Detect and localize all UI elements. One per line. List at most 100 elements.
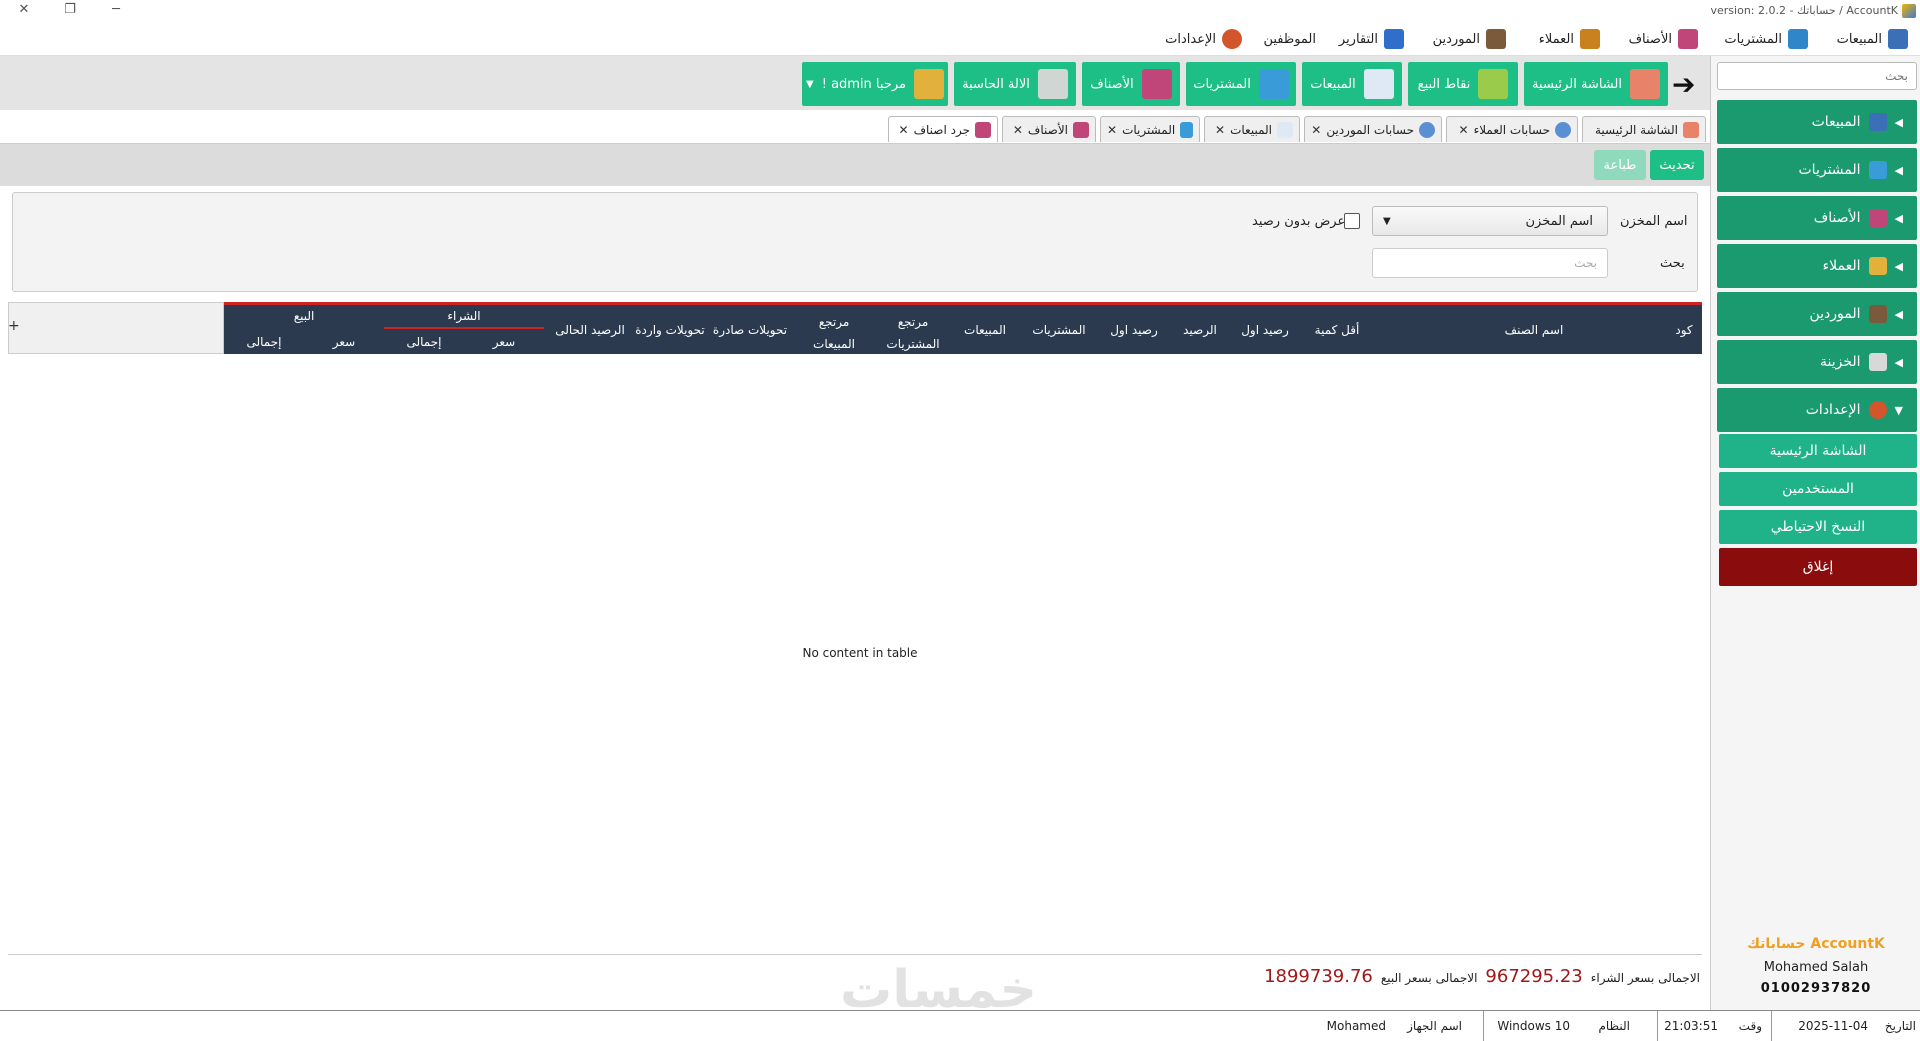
arrow-right-icon[interactable]: ➔ (1672, 68, 1695, 101)
tab-close-icon[interactable]: ✕ (1107, 123, 1117, 137)
col-purchase-price[interactable]: سعر (464, 335, 544, 349)
document-tabs: الشاشة الرئيسية حسابات العملاء ✕ حسابات … (0, 110, 1710, 144)
sale-total-label: الاجمالى بسعر البيع (1380, 971, 1478, 985)
tab-label: المشتريات (1122, 122, 1176, 137)
sidebar-search-input[interactable] (1717, 62, 1917, 90)
toolbar-button-label: الالة الحاسبة (962, 76, 1030, 92)
tab-inventory-count[interactable]: جرد اصناف ✕ (888, 116, 998, 142)
reports-icon (1384, 29, 1404, 49)
divider (8, 954, 1702, 955)
minimize-window-icon[interactable]: ─ (104, 2, 128, 17)
col-sales-returns[interactable]: مرتجع المبيعات (796, 311, 872, 355)
sales-percent-icon (1868, 113, 1887, 131)
col-opening-balance[interactable]: رصيد اول (1234, 323, 1296, 337)
chevron-left-icon: ◀ (1894, 259, 1903, 273)
col-group-purchase[interactable]: الشراء (384, 309, 544, 323)
print-button[interactable]: طباعة (1594, 150, 1646, 180)
pos-bag-icon (1478, 69, 1509, 99)
col-purchase-total[interactable]: إجمالى (384, 335, 464, 349)
chevron-down-icon: ▼ (1383, 216, 1391, 227)
sales-bag-icon (1277, 121, 1293, 138)
cart-icon (1258, 69, 1289, 99)
sidebar-item-settings[interactable]: ▼ الإعدادات (1717, 388, 1917, 432)
sidebar-sub-backup[interactable]: النسخ الاحتياطي (1719, 510, 1917, 544)
tab-sales[interactable]: المبيعات ✕ (1204, 116, 1300, 142)
store-label: اسم المخزن (1620, 214, 1688, 229)
sidebar-item-customers[interactable]: ◀ العملاء (1717, 244, 1917, 288)
suppliers-icon (1486, 29, 1506, 49)
chevron-left-icon: ◀ (1894, 115, 1903, 129)
menu-item-settings[interactable]: الإعدادات (1165, 28, 1242, 50)
col-group-sale[interactable]: البيع (224, 309, 384, 323)
tab-close-icon[interactable]: ✕ (1459, 123, 1469, 137)
tab-purchases[interactable]: المشتريات ✕ (1100, 116, 1200, 142)
customers-icon (1580, 29, 1600, 49)
chevron-left-icon: ◀ (1894, 307, 1903, 321)
toolbar-home-button[interactable]: الشاشة الرئيسية (1524, 62, 1668, 106)
search-input[interactable]: بحث (1372, 248, 1608, 278)
tab-items[interactable]: الأصناف ✕ (1002, 116, 1096, 142)
toolbar-sales-button[interactable]: المبيعات (1302, 62, 1402, 106)
tab-close-icon[interactable]: ✕ (1311, 123, 1321, 137)
maximize-window-icon[interactable]: ❐ (58, 2, 82, 17)
toolbar-pos-button[interactable]: نقاط البيع (1408, 62, 1518, 106)
sidebar-item-items[interactable]: ◀ الأصناف (1717, 196, 1917, 240)
tab-close-icon[interactable]: ✕ (899, 123, 909, 137)
close-window-icon[interactable]: ✕ (12, 2, 36, 17)
toolbar-button-label: مرحبا admin ! (821, 76, 906, 92)
menu-item-reports[interactable]: التقارير (1339, 28, 1404, 50)
tab-home[interactable]: الشاشة الرئيسية (1582, 116, 1706, 142)
menu-item-suppliers[interactable]: الموردين (1433, 28, 1506, 50)
col-transfers-out[interactable]: تحويلات صادرة (710, 323, 790, 337)
col-item-name[interactable]: اسم الصنف (1444, 323, 1624, 337)
chevron-left-icon: ◀ (1894, 211, 1903, 225)
window-titlebar: ✕ ❐ ─ version: 2.0.2 - حساباتك / Account… (0, 0, 1920, 22)
cart-icon (1788, 29, 1808, 49)
col-transfers-in[interactable]: تحويلات واردة (632, 323, 708, 337)
add-column-icon[interactable]: + (8, 318, 20, 334)
tab-customer-accounts[interactable]: حسابات العملاء ✕ (1446, 116, 1578, 142)
sidebar-item-suppliers[interactable]: ◀ الموردين (1717, 292, 1917, 336)
close-app-button[interactable]: إغلاق (1719, 548, 1917, 586)
menu-item-purchases[interactable]: المشتريات (1724, 28, 1808, 50)
tab-supplier-accounts[interactable]: حسابات الموردين ✕ (1304, 116, 1442, 142)
user-icon (1419, 121, 1435, 138)
totals-bar: الاجمالى بسعر الشراء 967295.23 الاجمالى … (1180, 966, 1700, 992)
toolbar-items-button[interactable]: الأصناف (1082, 62, 1180, 106)
toolbar-button-label: المشتريات (1193, 76, 1251, 92)
no-balance-checkbox[interactable] (1344, 213, 1360, 229)
toolbar-user-menu-button[interactable]: مرحبا admin ! ▼ (802, 62, 948, 106)
menu-item-items[interactable]: الأصناف (1629, 28, 1698, 50)
col-balance[interactable]: الرصيد (1172, 323, 1228, 337)
sidebar-item-label: الموردين (1809, 306, 1861, 322)
refresh-button[interactable]: تحديث (1650, 150, 1704, 180)
sidebar-sub-users[interactable]: المستخدمين (1719, 472, 1917, 506)
col-sales[interactable]: المبيعات (954, 323, 1016, 337)
col-purchase-returns[interactable]: مرتجع المشتريات (878, 311, 948, 355)
tab-label: الأصناف (1027, 122, 1068, 137)
col-current-balance[interactable]: الرصيد الحالى (550, 323, 630, 337)
tab-close-icon[interactable]: ✕ (1215, 123, 1225, 137)
col-sale-price[interactable]: سعر (304, 335, 384, 349)
col-code[interactable]: كود (1664, 323, 1704, 337)
sidebar-item-treasury[interactable]: ◀ الخزينة (1717, 340, 1917, 384)
divider (1483, 1011, 1484, 1041)
divider (1771, 1011, 1772, 1041)
sidebar-item-sales[interactable]: ◀ المبيعات (1717, 100, 1917, 144)
toolbar-purchases-button[interactable]: المشتريات (1186, 62, 1296, 106)
menu-item-customers[interactable]: العملاء (1539, 28, 1600, 50)
col-opening-balance-2[interactable]: رصيد اول (1102, 323, 1166, 337)
col-min-qty[interactable]: أقل كمية (1302, 323, 1372, 337)
table-header-spacer (8, 302, 224, 354)
sidebar-item-purchases[interactable]: ◀ المشتريات (1717, 148, 1917, 192)
col-sale-total[interactable]: إجمالى (224, 335, 304, 349)
menu-item-sales[interactable]: المبيعات (1837, 28, 1908, 50)
sidebar-sub-home[interactable]: الشاشة الرئيسية (1719, 434, 1917, 468)
tab-close-icon[interactable]: ✕ (1013, 123, 1023, 137)
tab-label: جرد اصناف (913, 122, 970, 137)
purchase-total-label: الاجمالى بسعر الشراء (1590, 971, 1700, 985)
menu-item-employees[interactable]: الموظفين (1263, 28, 1316, 50)
col-purchases[interactable]: المشتريات (1022, 323, 1096, 337)
toolbar-calculator-button[interactable]: الالة الحاسبة (954, 62, 1076, 106)
store-select[interactable]: اسم المخزن ▼ (1372, 206, 1608, 236)
